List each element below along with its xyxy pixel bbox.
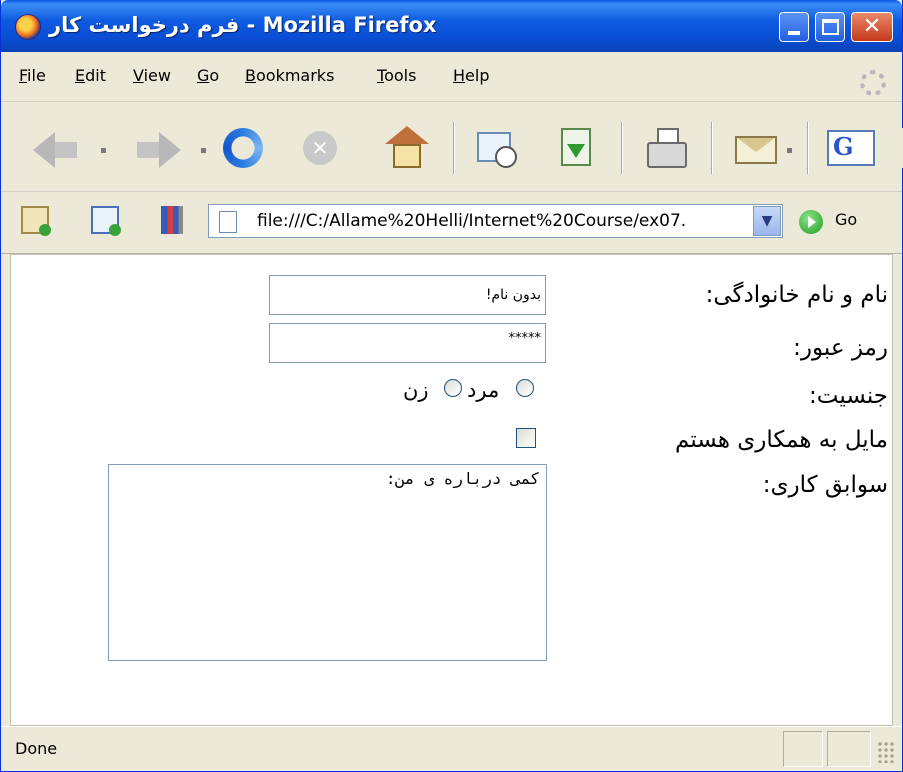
page-content: نام و نام خانوادگی: بدون نام! رمز عبور: … [10, 254, 893, 726]
menu-edit[interactable]: Edit [75, 66, 106, 85]
back-icon[interactable] [33, 132, 55, 168]
download-arrow-icon [567, 144, 585, 158]
status-panel [827, 731, 871, 767]
name-input[interactable]: بدون نام! [269, 275, 546, 315]
toolbar-separator [711, 122, 712, 174]
minimize-button[interactable] [779, 12, 809, 42]
url-text[interactable]: file:///C:/Allame%20Helli/Internet%20Cou… [257, 211, 773, 231]
back-button[interactable] [55, 142, 77, 158]
status-text: Done [15, 739, 58, 758]
password-label: رمز عبور: [793, 335, 888, 361]
menu-help[interactable]: Help [453, 66, 489, 85]
address-toolbar: file:///C:/Allame%20Helli/Internet%20Cou… [1, 192, 902, 254]
google-search-icon[interactable]: G [827, 130, 875, 166]
experience-label: سوابق کاری: [762, 472, 888, 498]
status-bar: Done [1, 726, 902, 771]
cooperate-label: مایل به همکاری هستم [675, 427, 888, 453]
close-icon: ✕ [862, 14, 882, 39]
maximize-icon [822, 19, 839, 35]
menu-tools[interactable]: Tools [377, 66, 416, 85]
go-icon[interactable] [799, 210, 823, 234]
name-label: نام و نام خانوادگی: [705, 282, 888, 308]
home-icon[interactable] [385, 126, 429, 144]
menu-view[interactable]: View [133, 66, 171, 85]
gender-female-radio[interactable] [444, 379, 462, 397]
new-tab-icon[interactable] [91, 206, 121, 236]
forward-icon[interactable] [159, 132, 181, 168]
toolbar-separator [453, 122, 454, 174]
browser-window: فرم درخواست کار - Mozilla Firefox ✕ File… [0, 0, 903, 772]
reload-icon[interactable] [223, 128, 263, 168]
throbber-icon [860, 70, 886, 96]
resize-grip-icon[interactable] [877, 741, 895, 763]
menu-go[interactable]: Go [197, 66, 219, 85]
gender-male-label: مرد [467, 378, 500, 402]
history-clock-icon [495, 146, 517, 168]
forward-button[interactable] [137, 142, 159, 158]
navigation-toolbar: ✕ G [1, 102, 903, 192]
menu-bar: File Edit View Go Bookmarks Tools Help [1, 52, 902, 102]
add-bookmark-icon[interactable] [21, 206, 51, 236]
gender-male-radio[interactable] [516, 379, 534, 397]
url-dropdown-button[interactable]: ▼ [753, 206, 781, 236]
menu-file[interactable]: File [19, 66, 46, 85]
toolbar-separator [807, 122, 808, 174]
toolbar-separator [621, 122, 622, 174]
title-bar[interactable]: فرم درخواست کار - Mozilla Firefox ✕ [1, 0, 902, 52]
window-title: فرم درخواست کار - Mozilla Firefox [49, 13, 437, 37]
back-dropdown-icon[interactable] [101, 148, 106, 153]
firefox-logo-icon [15, 14, 41, 40]
menu-bookmarks[interactable]: Bookmarks [245, 66, 334, 85]
toolbar-overflow [877, 128, 903, 168]
cooperate-checkbox[interactable] [516, 428, 536, 448]
close-button[interactable]: ✕ [851, 12, 893, 42]
gender-label: جنسیت: [809, 383, 888, 409]
stop-icon[interactable]: ✕ [303, 131, 337, 165]
maximize-button[interactable] [815, 12, 845, 42]
go-button[interactable]: Go [835, 210, 857, 229]
print-icon[interactable] [647, 142, 687, 168]
page-icon [219, 211, 237, 233]
forward-dropdown-icon[interactable] [201, 148, 206, 153]
status-panel [783, 731, 823, 767]
mail-dropdown-icon[interactable] [787, 148, 792, 153]
experience-textarea[interactable]: کمی درباره ی من: [108, 464, 547, 661]
url-field[interactable]: file:///C:/Allame%20Helli/Internet%20Cou… [208, 204, 783, 238]
minimize-icon [788, 31, 800, 35]
password-input[interactable]: ***** [269, 323, 546, 363]
gender-female-label: زن [403, 378, 429, 402]
bookmarks-icon[interactable] [161, 206, 183, 234]
mail-flap-icon [737, 138, 775, 152]
home-button[interactable] [393, 144, 421, 168]
